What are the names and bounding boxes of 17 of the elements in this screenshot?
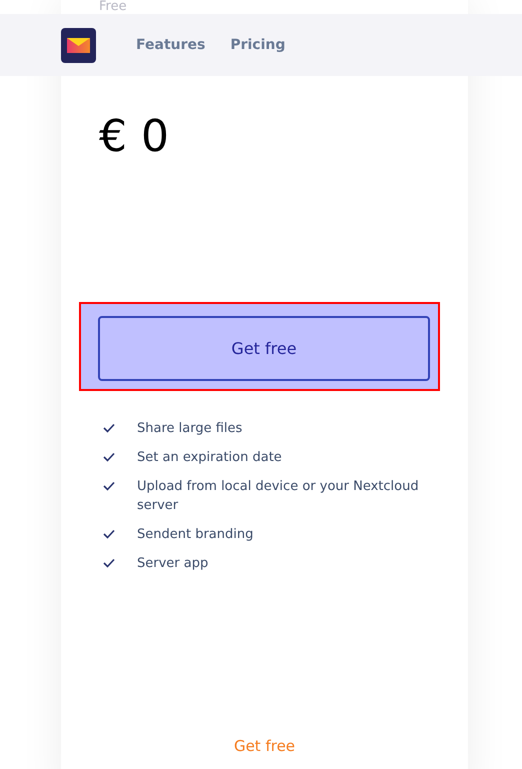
nav-link[interactable]: Pricing [230,37,286,53]
plan-price: € 0 [99,112,170,162]
feature-text: Share large files [137,420,242,438]
feature-text: Set an expiration date [137,449,282,467]
feature-text: Sendent branding [137,526,254,544]
check-icon [103,529,115,539]
check-icon [103,558,115,568]
check-icon [103,481,115,491]
get-free-button[interactable]: Get free [98,316,430,381]
nav-link[interactable]: Features [136,37,206,53]
plan-title: Free [99,0,127,14]
feature-text: Upload from local device or your Nextcloud server [137,478,420,515]
feature-text: Server app [137,555,208,573]
logo-icon[interactable] [61,28,96,62]
get-free-link[interactable]: Get free [234,737,296,755]
check-icon [103,452,115,462]
check-icon [103,423,115,433]
